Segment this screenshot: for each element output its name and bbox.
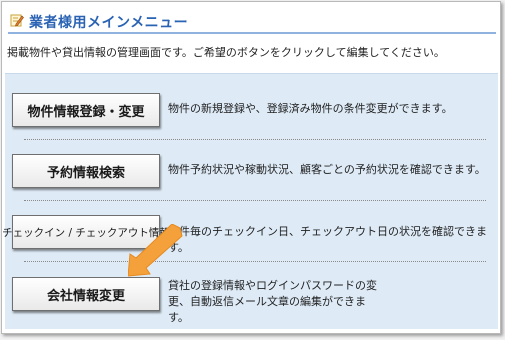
edit-pencil-icon — [10, 14, 24, 27]
property-register-button[interactable]: 物件情報登録・変更 — [12, 93, 160, 127]
page-title: 業者様用メインメニュー — [29, 15, 189, 31]
intro-text: 掲載物件や貸出情報の管理画面です。ご希望のボタンをクリックして編集してください。 — [7, 46, 445, 59]
main-menu-panel: 業者様用メインメニュー 掲載物件や貸出情報の管理画面です。ご希望のボタンをクリッ… — [1, 1, 501, 334]
checkin-checkout-description: 物件毎のチェックイン日、チェックアウト日の状況を確認できます。 — [168, 225, 487, 254]
separator — [24, 139, 486, 140]
orange-arrow-icon — [128, 224, 183, 277]
property-register-description: 物件の新規登録や、登録済み物件の条件変更ができます。 — [168, 102, 453, 115]
reservation-search-button[interactable]: 予約情報検索 — [12, 154, 160, 188]
separator — [24, 200, 486, 201]
title-bar: 業者様用メインメニュー — [8, 10, 496, 34]
menu-content: 物件情報登録・変更 物件の新規登録や、登録済み物件の条件変更ができます。 予約情… — [2, 73, 498, 329]
separator — [24, 261, 486, 262]
company-info-description: 貸社の登録情報やログインパスワードの変更、自動返信メール文章の編集ができます。 — [168, 279, 377, 324]
company-info-button[interactable]: 会社情報変更 — [12, 277, 160, 311]
reservation-search-description: 物件予約状況や稼動状況、顧客ごとの予約状況を確認できます。 — [168, 163, 486, 176]
